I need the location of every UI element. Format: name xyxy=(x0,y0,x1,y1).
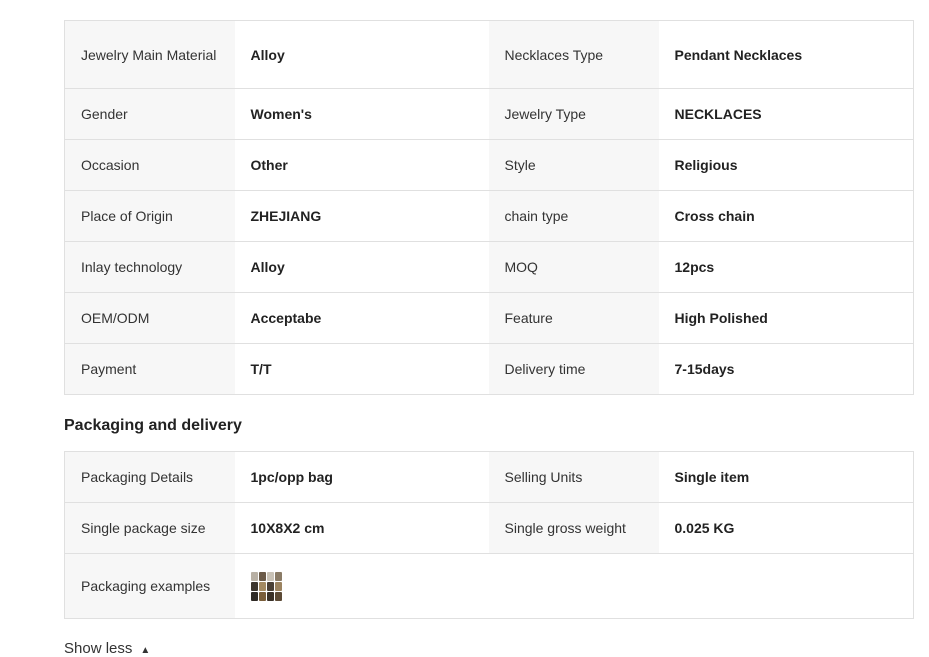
attribute-key: Selling Units xyxy=(488,451,659,503)
attribute-value: 7-15days xyxy=(658,343,914,395)
attribute-value: ZHEJIANG xyxy=(234,190,489,242)
attribute-key: Place of Origin xyxy=(64,190,235,242)
attribute-key: Gender xyxy=(64,88,235,140)
attribute-value: Alloy xyxy=(234,241,489,293)
attribute-key: Jewelry Type xyxy=(488,88,659,140)
attribute-key: Feature xyxy=(488,292,659,344)
attribute-key: Single gross weight xyxy=(488,502,659,554)
table-row: Place of Origin ZHEJIANG chain type Cross c… xyxy=(64,190,914,242)
attribute-value: Single item xyxy=(658,451,914,503)
packaging-section: Packaging Details 1pc/opp bag Selling Un… xyxy=(64,451,914,619)
attribute-key: MOQ xyxy=(488,241,659,293)
attribute-value: Women's xyxy=(234,88,489,140)
packaging-examples-cell xyxy=(234,553,914,619)
attribute-key: Delivery time xyxy=(488,343,659,395)
table-row: Gender Women's Jewelry Type NECKLACES xyxy=(64,88,914,140)
attribute-key: Single package size xyxy=(64,502,235,554)
table-row: Payment T/T Delivery time 7-15days xyxy=(64,343,914,395)
attribute-value: Other xyxy=(234,139,489,191)
packaging-heading: Packaging and delivery xyxy=(64,417,242,434)
table-row: OEM/ODM Acceptabe Feature High Polished xyxy=(64,292,914,344)
attribute-key: Style xyxy=(488,139,659,191)
table-row: Occasion Other Style Religious xyxy=(64,139,914,191)
attribute-value: 0.025 KG xyxy=(658,502,914,554)
attributes-table: Jewelry Main Material Alloy Necklaces Type… xyxy=(64,20,914,395)
show-less-label: Show less xyxy=(64,640,133,657)
packaging-table: Packaging Details 1pc/opp bag Selling Un… xyxy=(64,451,914,619)
attribute-value: Pendant Necklaces xyxy=(658,20,914,89)
attribute-key: Necklaces Type xyxy=(488,20,659,89)
attribute-key: Inlay technology xyxy=(64,241,235,293)
attribute-value: 1pc/opp bag xyxy=(234,451,489,503)
attribute-key: Packaging examples xyxy=(64,553,235,619)
attribute-value: T/T xyxy=(234,343,489,395)
show-less-button[interactable]: Show less ▲ xyxy=(64,640,150,657)
packaging-thumbnail-image[interactable] xyxy=(250,571,282,601)
attribute-value: NECKLACES xyxy=(658,88,914,140)
table-row: Jewelry Main Material Alloy Necklaces Type… xyxy=(64,20,914,89)
attributes-section: Jewelry Main Material Alloy Necklaces Type… xyxy=(64,20,914,395)
table-row: Inlay technology Alloy MOQ 12pcs xyxy=(64,241,914,293)
attribute-key: Packaging Details xyxy=(64,451,235,503)
attribute-key: Payment xyxy=(64,343,235,395)
attribute-value: High Polished xyxy=(658,292,914,344)
table-row: Packaging examples xyxy=(64,553,914,619)
attribute-value: Cross chain xyxy=(658,190,914,242)
attribute-value: Religious xyxy=(658,139,914,191)
attribute-key: Jewelry Main Material xyxy=(64,20,235,89)
attribute-key: Occasion xyxy=(64,139,235,191)
attribute-value: 12pcs xyxy=(658,241,914,293)
attribute-key: chain type xyxy=(488,190,659,242)
attribute-value: Acceptabe xyxy=(234,292,489,344)
attribute-key: OEM/ODM xyxy=(64,292,235,344)
table-row: Single package size 10X8X2 cm Single gro… xyxy=(64,502,914,554)
attribute-value: Alloy xyxy=(234,20,489,89)
attribute-value: 10X8X2 cm xyxy=(234,502,489,554)
table-row: Packaging Details 1pc/opp bag Selling Un… xyxy=(64,451,914,503)
